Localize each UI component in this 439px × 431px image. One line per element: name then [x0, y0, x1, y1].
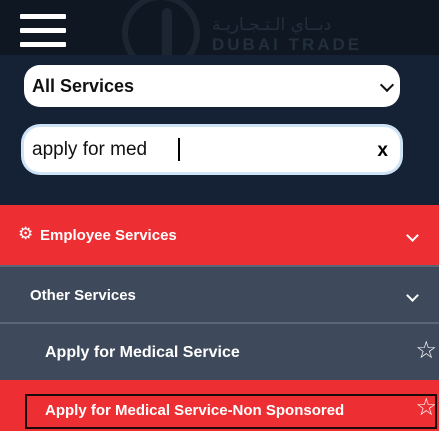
logo-text: DUBAI TRADE	[212, 35, 363, 54]
menu-item-label: Apply for Medical Service-Non Sponsored	[45, 402, 345, 419]
logo-arabic-text: دبــاي الـتـجـاريـة	[212, 15, 332, 35]
service-category-select[interactable]: All Services	[24, 65, 400, 107]
chevron-down-icon	[406, 229, 419, 242]
menu-item-apply-medical-service[interactable]: Apply for Medical Service ☆	[0, 322, 439, 380]
chevron-down-icon	[379, 77, 395, 93]
app-frame: دبــاي الـتـجـاريـة DUBAI TRADE All Serv…	[0, 0, 439, 431]
star-favorite-icon[interactable]: ☆	[415, 396, 437, 420]
gear-icon: ⚙	[18, 224, 34, 243]
menu-employee-services[interactable]: ⚙ Employee Services	[0, 205, 439, 265]
hamburger-line	[20, 42, 66, 47]
menu-item-label: Apply for Medical Service	[45, 344, 240, 361]
star-favorite-icon[interactable]: ☆	[415, 339, 437, 363]
text-cursor	[178, 138, 180, 161]
hamburger-line	[20, 28, 66, 33]
employee-services-label: Employee Services	[40, 227, 177, 244]
chevron-down-icon	[406, 289, 419, 302]
search-input[interactable]: apply for med x	[24, 127, 400, 172]
selected-category: All Services	[32, 76, 135, 96]
search-panel: All Services apply for med x	[0, 55, 439, 205]
hamburger-menu-icon[interactable]	[20, 14, 66, 48]
menu-other-services[interactable]: Other Services	[0, 265, 439, 322]
clear-search-button[interactable]: x	[377, 140, 388, 162]
other-services-label: Other Services	[30, 287, 136, 304]
menu-item-apply-medical-non-sponsored[interactable]: Apply for Medical Service-Non Sponsored …	[0, 380, 439, 431]
search-query: apply for med	[32, 139, 148, 160]
top-bar: دبــاي الـتـجـاريـة DUBAI TRADE	[0, 0, 439, 72]
hamburger-line	[20, 14, 66, 19]
